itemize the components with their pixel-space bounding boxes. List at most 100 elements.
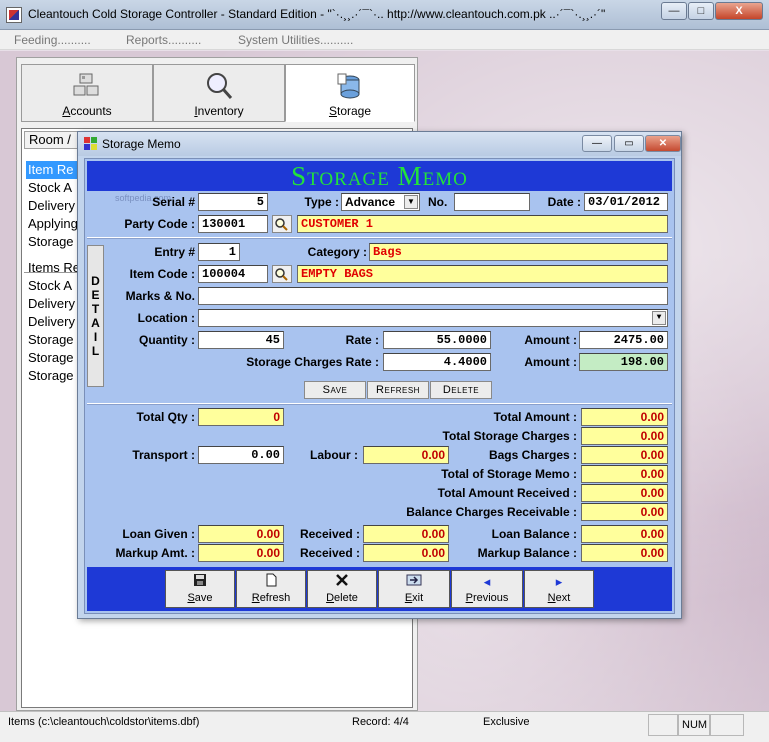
status-file: Items (c:\cleantouch\coldstor\items.dbf) <box>8 716 200 728</box>
tab-accounts[interactable]: Accounts <box>21 64 153 122</box>
total-storage-field[interactable]: 0.00 <box>581 427 668 445</box>
loan-given-field[interactable]: 0.00 <box>198 525 284 543</box>
save-button[interactable]: Save <box>165 570 235 608</box>
dialog-app-icon <box>84 137 97 150</box>
close-button[interactable]: X <box>715 2 763 20</box>
rate-label: Rate : <box>345 333 379 347</box>
dialog-minimize-button[interactable]: — <box>582 135 612 152</box>
search-icon <box>275 218 288 231</box>
entry-field[interactable]: 1 <box>198 243 240 261</box>
detail-refresh-button[interactable]: Refresh <box>367 381 429 399</box>
list-item[interactable]: Delivery <box>28 313 78 331</box>
list-item[interactable]: Storage <box>28 331 78 349</box>
chevron-down-icon[interactable]: ▼ <box>404 195 418 209</box>
amount-label: Amount : <box>524 333 577 347</box>
menu-system-utilities[interactable]: System Utilities.......... <box>238 33 353 47</box>
title-bar: Cleantouch Cold Storage Controller - Sta… <box>0 0 769 30</box>
received2-field[interactable]: 0.00 <box>363 544 449 562</box>
maximize-button[interactable]: □ <box>688 2 714 20</box>
memo-heading: Storage Memo <box>291 161 468 191</box>
bags-charges-label: Bags Charges : <box>488 448 577 462</box>
tab-inventory[interactable]: Inventory <box>153 64 285 122</box>
markup-amt-field[interactable]: 0.00 <box>198 544 284 562</box>
total-qty-field[interactable]: 0 <box>198 408 284 426</box>
detail-save-button[interactable]: Save <box>304 381 366 399</box>
received1-field[interactable]: 0.00 <box>363 525 449 543</box>
total-memo-field[interactable]: 0.00 <box>581 465 668 483</box>
previous-button[interactable]: ◂ Previous <box>451 570 523 608</box>
party-search-button[interactable] <box>272 215 292 233</box>
listbox-header: Room / <box>24 131 84 149</box>
detail-delete-button[interactable]: Delete <box>430 381 492 399</box>
dialog-title: Storage Memo <box>102 137 181 151</box>
list-item[interactable]: Stock A <box>28 277 78 295</box>
document-icon <box>237 573 305 591</box>
tab-storage[interactable]: Storage <box>285 64 415 122</box>
list-item[interactable]: Delivery <box>28 197 78 215</box>
chevron-down-icon[interactable]: ▼ <box>652 311 666 325</box>
category-field[interactable]: Bags <box>369 243 668 261</box>
serial-label: Serial # <box>152 195 195 209</box>
bags-charges-field[interactable]: 0.00 <box>581 446 668 464</box>
item-code-field[interactable]: 100004 <box>198 265 268 283</box>
date-field[interactable]: 03/01/2012 <box>584 193 668 211</box>
markup-amt-label: Markup Amt. : <box>115 546 195 560</box>
marks-field[interactable] <box>198 287 668 305</box>
no-label: No. <box>428 195 448 209</box>
list-item[interactable]: Stock A <box>28 179 78 197</box>
detail-tab[interactable]: DETAIL <box>87 245 104 387</box>
serial-field[interactable]: 5 <box>198 193 268 211</box>
total-received-field[interactable]: 0.00 <box>581 484 668 502</box>
list-item[interactable]: Applying <box>28 215 78 233</box>
no-field[interactable] <box>454 193 530 211</box>
floppy-icon <box>166 573 234 591</box>
tab-inventory-label: Inventory <box>194 104 244 118</box>
menu-feeding[interactable]: Feeding.......... <box>14 33 91 47</box>
delete-button[interactable]: Delete <box>307 570 377 608</box>
dialog-maximize-button[interactable]: ▭ <box>614 135 644 152</box>
loan-balance-field[interactable]: 0.00 <box>581 525 668 543</box>
status-mode: Exclusive <box>483 716 530 728</box>
location-select[interactable]: ▼ <box>198 309 668 327</box>
menu-reports[interactable]: Reports.......... <box>126 33 201 47</box>
storage-amount-field[interactable]: 198.00 <box>579 353 668 371</box>
storage-rate-field[interactable]: 4.4000 <box>383 353 491 371</box>
total-amount-label: Total Amount : <box>493 410 577 424</box>
list-item[interactable]: Storage <box>28 349 78 367</box>
item-name-field[interactable]: EMPTY BAGS <box>297 265 668 283</box>
list-item[interactable]: Storage <box>28 233 78 251</box>
total-qty-label: Total Qty : <box>136 410 195 424</box>
amount-field[interactable]: 2475.00 <box>579 331 668 349</box>
list-item[interactable]: Storage <box>28 367 78 385</box>
list-item[interactable]: Item Re <box>26 161 84 179</box>
list-item[interactable]: Items Re <box>28 259 78 277</box>
minimize-button[interactable]: — <box>661 2 687 20</box>
dialog-close-button[interactable]: ✕ <box>645 135 681 152</box>
list-item[interactable]: Delivery <box>28 295 78 313</box>
labour-field[interactable]: 0.00 <box>363 446 449 464</box>
exit-button[interactable]: Exit <box>378 570 450 608</box>
next-button[interactable]: ▸ Next <box>524 570 594 608</box>
search-icon <box>275 268 288 281</box>
received2-label: Received : <box>299 546 360 560</box>
memo-form: Storage Memo softpedia.com Serial # 5 Ty… <box>84 158 675 614</box>
total-amount-field[interactable]: 0.00 <box>581 408 668 426</box>
accounts-icon <box>73 73 99 96</box>
marks-label: Marks & No. <box>125 289 195 303</box>
type-label: Type : <box>304 195 339 209</box>
rate-field[interactable]: 55.0000 <box>383 331 491 349</box>
transport-field[interactable]: 0.00 <box>198 446 284 464</box>
dialog-title-bar: Storage Memo — ▭ ✕ <box>78 132 681 156</box>
refresh-button[interactable]: Refresh <box>236 570 306 608</box>
left-arrow-icon: ◂ <box>483 574 491 589</box>
quantity-field[interactable]: 45 <box>198 331 284 349</box>
balance-receivable-field[interactable]: 0.00 <box>581 503 668 521</box>
type-select[interactable]: Advance ▼ <box>341 193 420 211</box>
markup-balance-field[interactable]: 0.00 <box>581 544 668 562</box>
location-label: Location : <box>137 311 195 325</box>
entry-label: Entry # <box>154 245 195 259</box>
item-search-button[interactable] <box>272 265 292 283</box>
party-name-field[interactable]: CUSTOMER 1 <box>297 215 668 233</box>
window-title: Cleantouch Cold Storage Controller - Sta… <box>28 7 606 21</box>
party-code-field[interactable]: 130001 <box>198 215 268 233</box>
